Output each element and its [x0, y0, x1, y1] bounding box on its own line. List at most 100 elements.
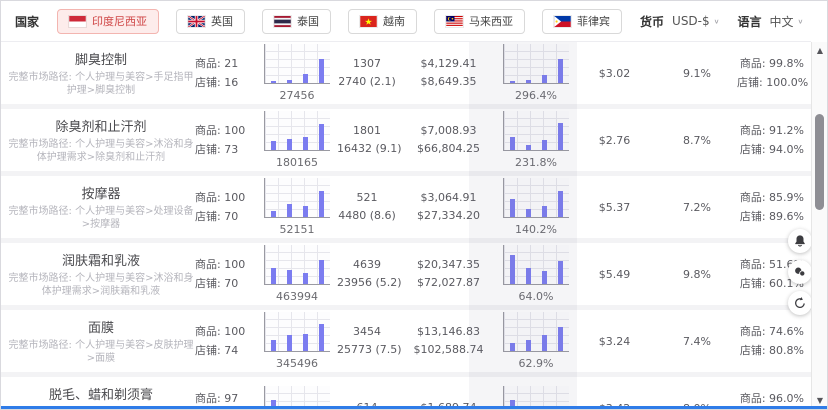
shop-rate-label: 店铺:: [737, 76, 763, 89]
growth-rate-value: 64.0%: [519, 290, 554, 303]
product-count-value: 21: [224, 57, 238, 70]
avg-price-cell: $5.49: [572, 268, 657, 281]
sales-trend-chart: [264, 312, 330, 352]
country-button-malaysia[interactable]: 马来西亚: [434, 9, 525, 34]
growth-rate-value: 62.9%: [519, 357, 554, 370]
product-count-label: 商品:: [195, 258, 221, 271]
shop-rate-value: 94.0%: [769, 143, 804, 156]
country-button-philippines[interactable]: 菲律宾: [542, 9, 622, 34]
sales-trend-chart: [264, 245, 330, 285]
rates-cell: 商品: 99.8% 店铺: 100.0%: [737, 54, 808, 92]
sales-numbers-cell: 4639 23956 (5.2): [337, 256, 397, 292]
shop-count-value: 70: [224, 210, 238, 223]
sales-line2: 2740 (2.1): [337, 73, 397, 91]
currency-dropdown[interactable]: USD-$ ∨: [672, 14, 719, 28]
counts-cell: 商品: 100 店铺: 70: [195, 255, 257, 293]
shop-rate-value: 100.0%: [766, 76, 808, 89]
language-value: 中文: [770, 13, 794, 30]
currency-value: USD-$: [672, 14, 710, 28]
category-title[interactable]: 脚臭控制: [7, 49, 195, 68]
percentage-cell: 7.4%: [657, 335, 737, 348]
revenue-line1: $20,347.35: [397, 256, 500, 274]
sales-line1: 1307: [337, 55, 397, 73]
product-rate-label: 商品:: [740, 258, 766, 271]
product-count-label: 商品:: [195, 124, 221, 137]
scrollbar-thumb[interactable]: [815, 114, 824, 210]
scroll-up-arrow[interactable]: ▲: [812, 42, 828, 58]
category-title[interactable]: 面膜: [7, 317, 195, 336]
category-path: 完整市场路径: 个人护理与美容>沐浴和身体护理需求>除臭剂和止汗剂: [7, 138, 195, 164]
shop-count-label: 店铺:: [195, 76, 221, 89]
category-path: 完整市场路径: 个人护理与美容>沐浴和身体护理需求>润肤霜和乳液: [7, 272, 195, 298]
category-cell: 除臭剂和止汗剂 完整市场路径: 个人护理与美容>沐浴和身体护理需求>除臭剂和止汗…: [1, 116, 195, 164]
counts-cell: 商品: 21 店铺: 16: [195, 54, 257, 92]
sales-numbers-cell: 1801 16432 (9.1): [337, 122, 397, 158]
category-title[interactable]: 脱毛、蜡和剃须膏: [7, 384, 195, 403]
shop-count-label: 店铺:: [195, 210, 221, 223]
refresh-icon[interactable]: [788, 291, 812, 315]
country-button-uk[interactable]: 英国: [176, 9, 245, 34]
product-count-label: 商品:: [195, 392, 221, 405]
shop-rate-label: 店铺:: [740, 277, 766, 290]
country-label: 国家: [15, 13, 39, 30]
rates-cell: 商品: 74.6% 店铺: 80.8%: [737, 322, 808, 360]
country-button-thailand[interactable]: 泰国: [262, 9, 331, 34]
sales-trend-value: 52151: [280, 223, 315, 236]
sales-trend-cell: 27456: [257, 44, 337, 102]
currency-label: 货币: [640, 13, 664, 30]
product-rate-value: 96.0%: [769, 392, 804, 405]
sales-trend-chart: [264, 44, 330, 84]
counts-cell: 商品: 100 店铺: 74: [195, 322, 257, 360]
product-rate-label: 商品:: [740, 325, 766, 338]
category-cell: 按摩器 完整市场路径: 个人护理与美容>处理设备>按摩器: [1, 183, 195, 231]
sales-line1: 1801: [337, 122, 397, 140]
category-row[interactable]: 按摩器 完整市场路径: 个人护理与美容>处理设备>按摩器 商品: 100 店铺:…: [1, 176, 811, 238]
sales-trend-value: 345496: [276, 357, 318, 370]
floating-action-bar: [788, 229, 812, 315]
product-rate-label: 商品:: [740, 124, 766, 137]
notification-bell-icon[interactable]: [788, 229, 812, 253]
country-button-label: 泰国: [297, 13, 319, 29]
chat-icon[interactable]: [788, 260, 812, 284]
sales-line2: 16432 (9.1): [337, 140, 397, 158]
percentage-cell: 7.2%: [657, 201, 737, 214]
filter-bar: 国家 印度尼西亚 英国 泰国 越南 马来西亚 菲律宾 货币 USD-$ ∨ 语言: [1, 1, 811, 42]
growth-rate-value: 140.2%: [515, 223, 557, 236]
category-title[interactable]: 除臭剂和止汗剂: [7, 116, 195, 135]
category-row[interactable]: 面膜 完整市场路径: 个人护理与美容>皮肤护理>面膜 商品: 100 店铺: 7…: [1, 310, 811, 372]
language-dropdown[interactable]: 中文 ∨: [770, 13, 804, 30]
revenue-line2: $8,649.35: [397, 73, 500, 91]
revenue-line2: $102,588.74: [397, 341, 500, 359]
product-count-value: 100: [224, 124, 245, 137]
category-cell: 面膜 完整市场路径: 个人护理与美容>皮肤护理>面膜: [1, 317, 195, 365]
shop-count-label: 店铺:: [195, 344, 221, 357]
vertical-scrollbar[interactable]: ▲ ▼: [811, 42, 827, 408]
sales-numbers-cell: 1307 2740 (2.1): [337, 55, 397, 91]
sales-line2: 4480 (8.6): [337, 207, 397, 225]
country-button-label: 马来西亚: [469, 13, 513, 29]
flag-icon: [69, 16, 86, 27]
category-row[interactable]: 除臭剂和止汗剂 完整市场路径: 个人护理与美容>沐浴和身体护理需求>除臭剂和止汗…: [1, 109, 811, 171]
category-title[interactable]: 润肤霜和乳液: [7, 250, 195, 269]
avg-price-cell: $3.02: [572, 67, 657, 80]
country-button-vietnam[interactable]: 越南: [348, 9, 417, 34]
country-button-indonesia[interactable]: 印度尼西亚: [57, 9, 159, 34]
category-title[interactable]: 按摩器: [7, 183, 195, 202]
product-count-label: 商品:: [195, 57, 221, 70]
category-row[interactable]: 润肤霜和乳液 完整市场路径: 个人护理与美容>沐浴和身体护理需求>润肤霜和乳液 …: [1, 243, 811, 305]
shop-count-label: 店铺:: [195, 277, 221, 290]
sales-trend-value: 180165: [276, 156, 318, 169]
sales-line2: 23956 (5.2): [337, 274, 397, 292]
product-rate-label: 商品:: [740, 191, 766, 204]
shop-rate-value: 89.6%: [769, 210, 804, 223]
category-row[interactable]: 脚臭控制 完整市场路径: 个人护理与美容>手足指甲护理>脚臭控制 商品: 21 …: [1, 42, 811, 104]
country-button-group: 印度尼西亚 英国 泰国 越南 马来西亚 菲律宾: [57, 9, 622, 34]
avg-price-cell: $3.24: [572, 335, 657, 348]
chevron-down-icon: ∨: [798, 17, 804, 24]
revenue-cell: $20,347.35 $72,027.87: [397, 256, 500, 292]
language-label: 语言: [738, 13, 762, 30]
shop-count-label: 店铺:: [195, 143, 221, 156]
country-button-label: 印度尼西亚: [92, 13, 147, 29]
shop-rate-label: 店铺:: [740, 344, 766, 357]
category-path: 完整市场路径: 个人护理与美容>皮肤护理>面膜: [7, 339, 195, 365]
